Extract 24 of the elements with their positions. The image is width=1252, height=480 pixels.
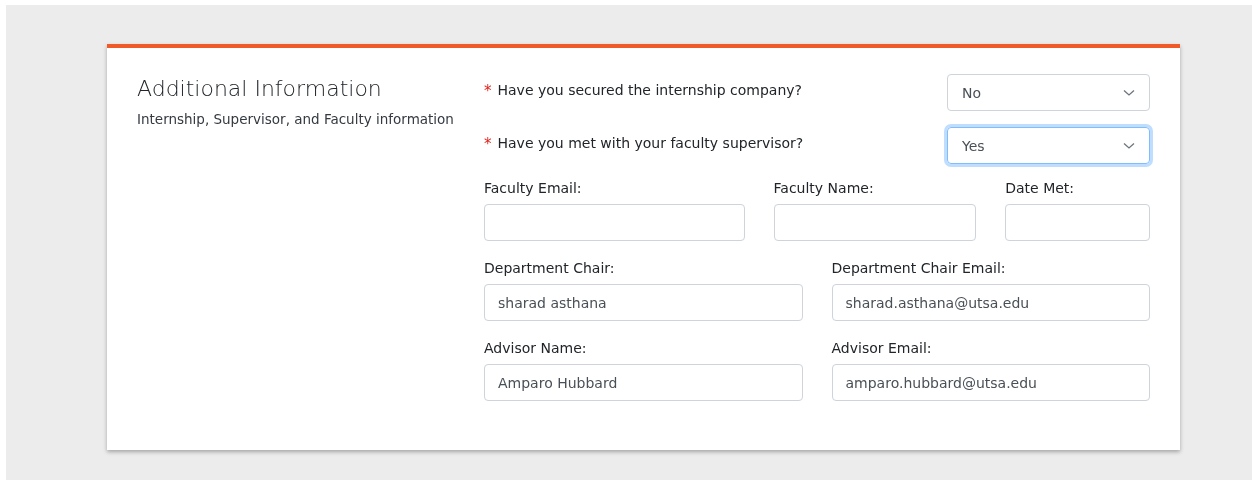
select-field[interactable]: Yes (947, 127, 1150, 164)
input-field[interactable]: sharad.asthana@utsa.edu (831, 284, 1150, 321)
input-field[interactable] (1005, 204, 1150, 241)
field-label: Advisor Name: (484, 340, 587, 356)
field-label: Department Chair: (484, 260, 615, 276)
required-marker: * (484, 135, 492, 153)
field-label: Date Met: (1005, 180, 1075, 196)
field-label: Advisor Email: (831, 340, 932, 356)
input-field[interactable]: sharad asthana (484, 284, 803, 321)
chevron-down-icon (1123, 141, 1135, 150)
chevron-down-icon (1123, 88, 1135, 97)
required-marker: * (484, 82, 492, 100)
select-field[interactable]: No (947, 74, 1150, 111)
field-label: Faculty Email: (484, 180, 582, 196)
input-field[interactable]: Amparo Hubbard (484, 364, 803, 401)
section-title: Additional Information (137, 76, 382, 101)
section-subtitle: Internship, Supervisor, and Faculty information (137, 111, 454, 127)
input-field[interactable] (484, 204, 745, 241)
input-field[interactable] (773, 204, 977, 241)
question-label: Have you secured the internship company? (497, 82, 803, 100)
input-field[interactable]: amparo.hubbard@utsa.edu (831, 364, 1150, 401)
field-label: Department Chair Email: (831, 260, 1006, 276)
question-label: Have you met with your faculty supervisor? (497, 135, 804, 153)
field-label: Faculty Name: (773, 180, 874, 196)
